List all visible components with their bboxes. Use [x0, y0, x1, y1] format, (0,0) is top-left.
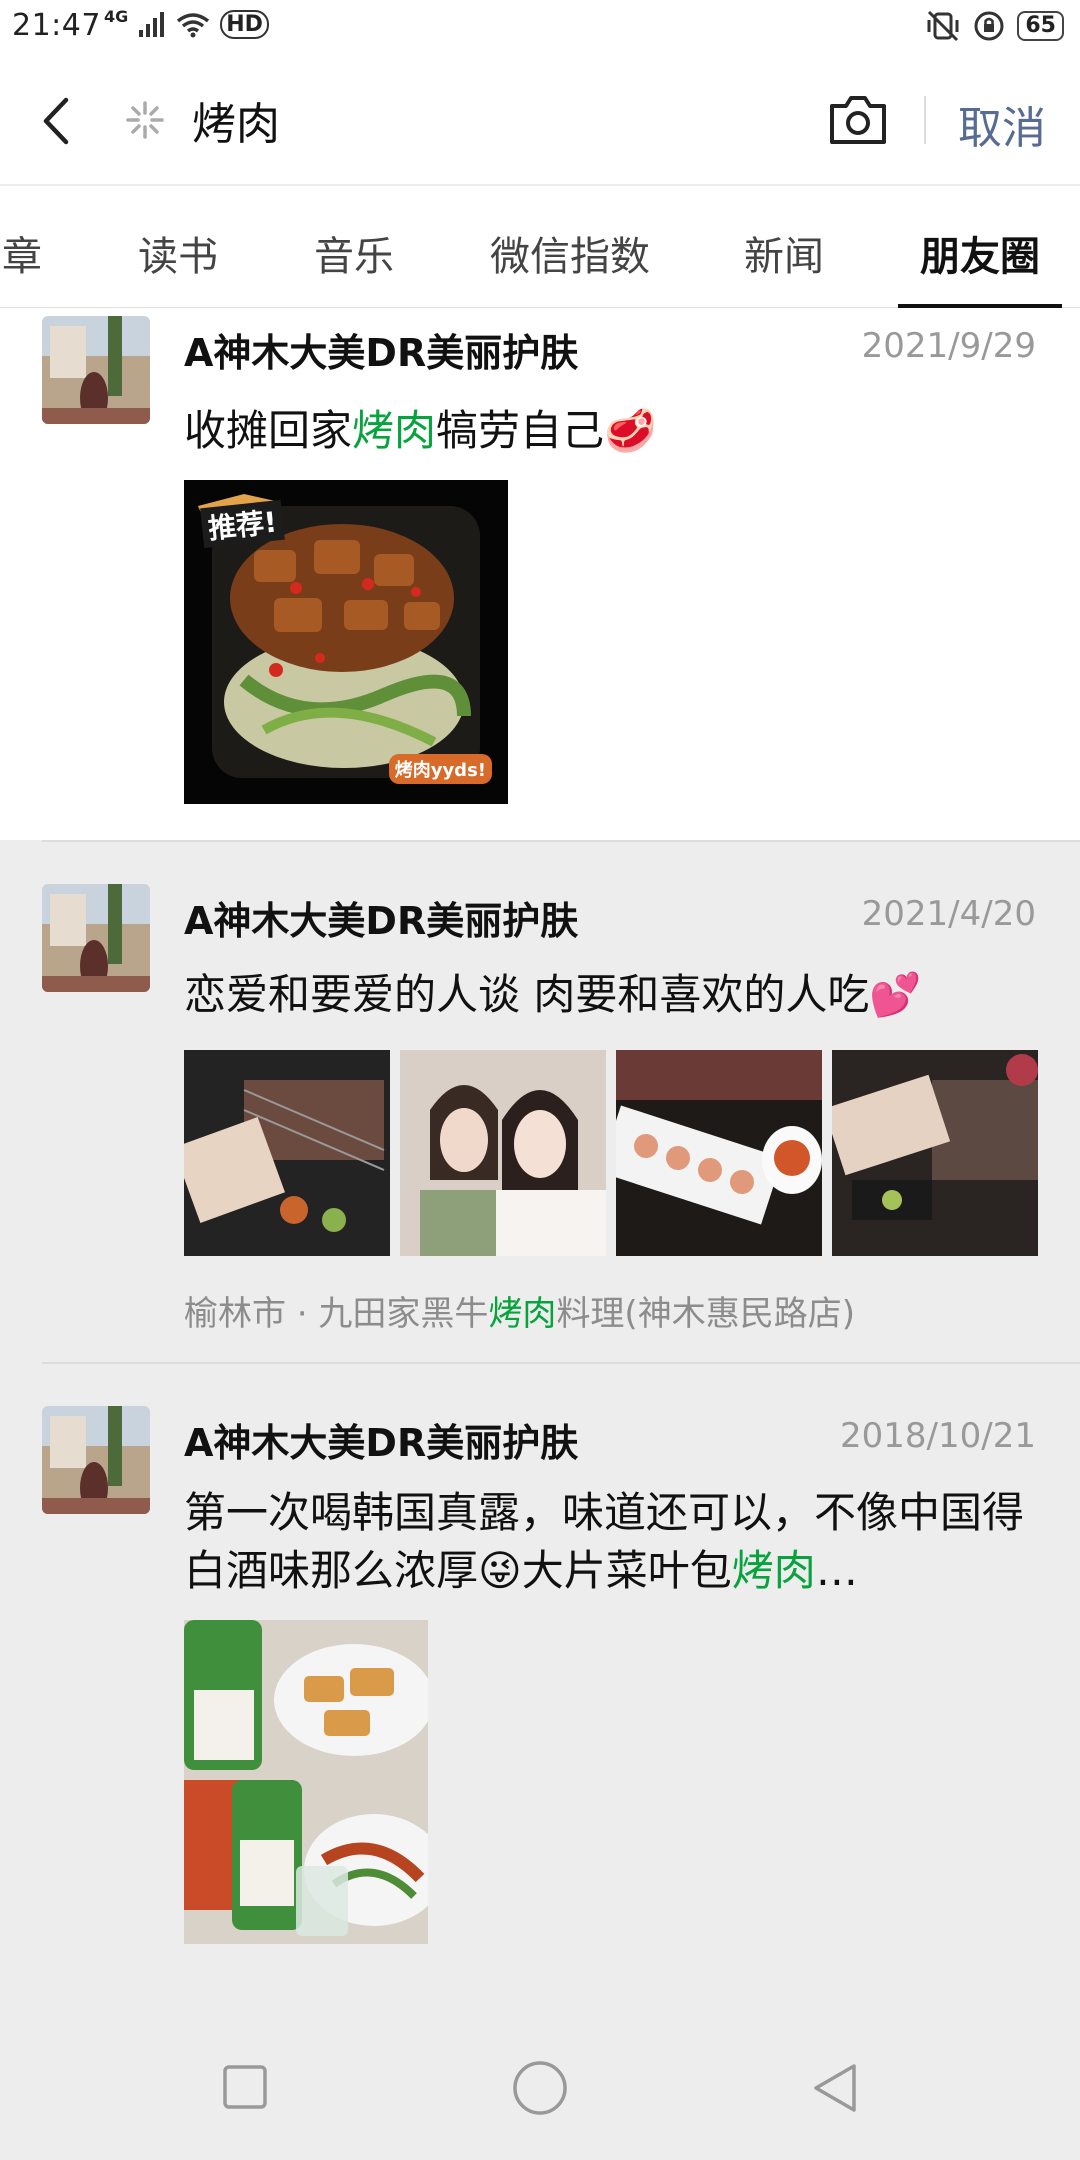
post-text-part: 收摊回家 — [184, 406, 353, 455]
post-text-part: 第一次喝韩国真露，味道还可以，不像中国得白酒味那么浓厚😜大片菜叶包 — [184, 1488, 1025, 1595]
post-text: 第一次喝韩国真露，味道还可以，不像中国得白酒味那么浓厚😜大片菜叶包烤肉… — [184, 1484, 1024, 1600]
tab-wechat-index[interactable]: 微信指数 — [490, 224, 650, 282]
keyword-highlight: 烤肉 — [731, 1546, 816, 1595]
tab-reading[interactable]: 读书 — [138, 224, 218, 282]
back-arrow-icon[interactable] — [36, 96, 80, 146]
post-photo[interactable] — [832, 1050, 1038, 1256]
search-category-tabs: 章 读书 音乐 微信指数 新闻 朋友圈 — [0, 184, 1080, 310]
status-bar: 21:47 4G HD 65 — [0, 0, 1080, 56]
post-text: 收摊回家烤肉犒劳自己🥩 — [184, 402, 1034, 460]
tab-news[interactable]: 新闻 — [744, 224, 824, 282]
location-text: 榆林市 · 九田家黑牛 — [184, 1294, 489, 1334]
photo-sticker-bottom: 烤肉yyds! — [388, 754, 492, 784]
home-button-icon[interactable] — [512, 2060, 568, 2116]
search-loading-icon — [126, 101, 164, 139]
post-photo[interactable]: 推荐! 烤肉yyds! — [184, 480, 508, 804]
back-button-icon[interactable] — [810, 2062, 862, 2114]
post-photo[interactable] — [184, 1620, 428, 1944]
moment-post[interactable]: A神木大美DR美丽护肤 2018/10/21 第一次喝韩国真露，味道还可以，不像… — [0, 1364, 1080, 2004]
post-date: 2021/9/29 — [861, 326, 1036, 366]
post-author[interactable]: A神木大美DR美丽护肤 — [184, 890, 578, 945]
signal-group: 4G HD — [104, 7, 269, 39]
sushi-platter-photo — [616, 1050, 822, 1256]
post-photo[interactable] — [184, 1050, 390, 1256]
selfie-photo — [400, 1050, 606, 1256]
table-grill-photo — [832, 1050, 1038, 1256]
search-query-text[interactable]: 烤肉 — [192, 88, 280, 152]
avatar-image — [42, 884, 150, 992]
grill-photo — [184, 1050, 390, 1256]
post-photo[interactable] — [400, 1050, 606, 1256]
post-text-part: … — [815, 1546, 858, 1595]
post-author[interactable]: A神木大美DR美丽护肤 — [184, 322, 578, 377]
moment-post[interactable]: A神木大美DR美丽护肤 2021/4/20 恋爱和要爱的人谈 肉要和喜欢的人吃💕… — [0, 842, 1080, 1368]
battery-indicator: 65 — [1017, 11, 1064, 41]
network-label: 4G — [104, 7, 129, 26]
camera-icon[interactable] — [826, 92, 890, 148]
system-navigation-bar — [0, 1998, 1080, 2160]
hd-label: HD — [220, 10, 269, 39]
header-divider — [924, 96, 926, 144]
avatar-image — [42, 1406, 150, 1514]
tab-moments[interactable]: 朋友圈 — [920, 224, 1040, 282]
keyword-highlight: 烤肉 — [488, 1294, 557, 1334]
keyword-highlight: 烤肉 — [352, 406, 437, 455]
rotation-lock-icon — [974, 11, 1004, 41]
tab-articles[interactable]: 章 — [2, 224, 42, 282]
search-input[interactable]: 烤肉 — [124, 90, 280, 150]
avatar-image — [42, 316, 150, 424]
post-date: 2021/4/20 — [861, 894, 1036, 934]
moment-post[interactable]: A神木大美DR美丽护肤 2021/9/29 收摊回家烤肉犒劳自己🥩 推荐! 烤肉… — [0, 308, 1080, 840]
post-text: 恋爱和要爱的人谈 肉要和喜欢的人吃💕 — [184, 970, 922, 1019]
cancel-button[interactable]: 取消 — [958, 92, 1046, 156]
search-header: 烤肉 取消 — [0, 56, 1080, 184]
post-photo[interactable] — [616, 1050, 822, 1256]
cell-signal-icon — [139, 11, 165, 37]
recents-button-icon[interactable] — [222, 2064, 268, 2110]
avatar[interactable] — [42, 884, 150, 992]
photo-sticker-top: 推荐! — [200, 499, 285, 549]
wifi-icon — [177, 12, 210, 37]
status-right: 65 — [925, 10, 1064, 42]
tab-music[interactable]: 音乐 — [314, 224, 394, 282]
avatar[interactable] — [42, 1406, 150, 1514]
post-date: 2018/10/21 — [840, 1416, 1036, 1456]
post-location[interactable]: 榆林市 · 九田家黑牛烤肉料理(神木惠民路店) — [184, 1286, 855, 1335]
mute-vibrate-icon — [927, 10, 959, 42]
post-text-part: 犒劳自己🥩 — [436, 406, 657, 455]
status-time: 21:47 — [12, 8, 101, 43]
soju-food-photo — [184, 1620, 428, 1944]
location-text: 料理(神木惠民路店) — [556, 1294, 855, 1334]
avatar[interactable] — [42, 316, 150, 424]
post-author[interactable]: A神木大美DR美丽护肤 — [184, 1412, 578, 1467]
